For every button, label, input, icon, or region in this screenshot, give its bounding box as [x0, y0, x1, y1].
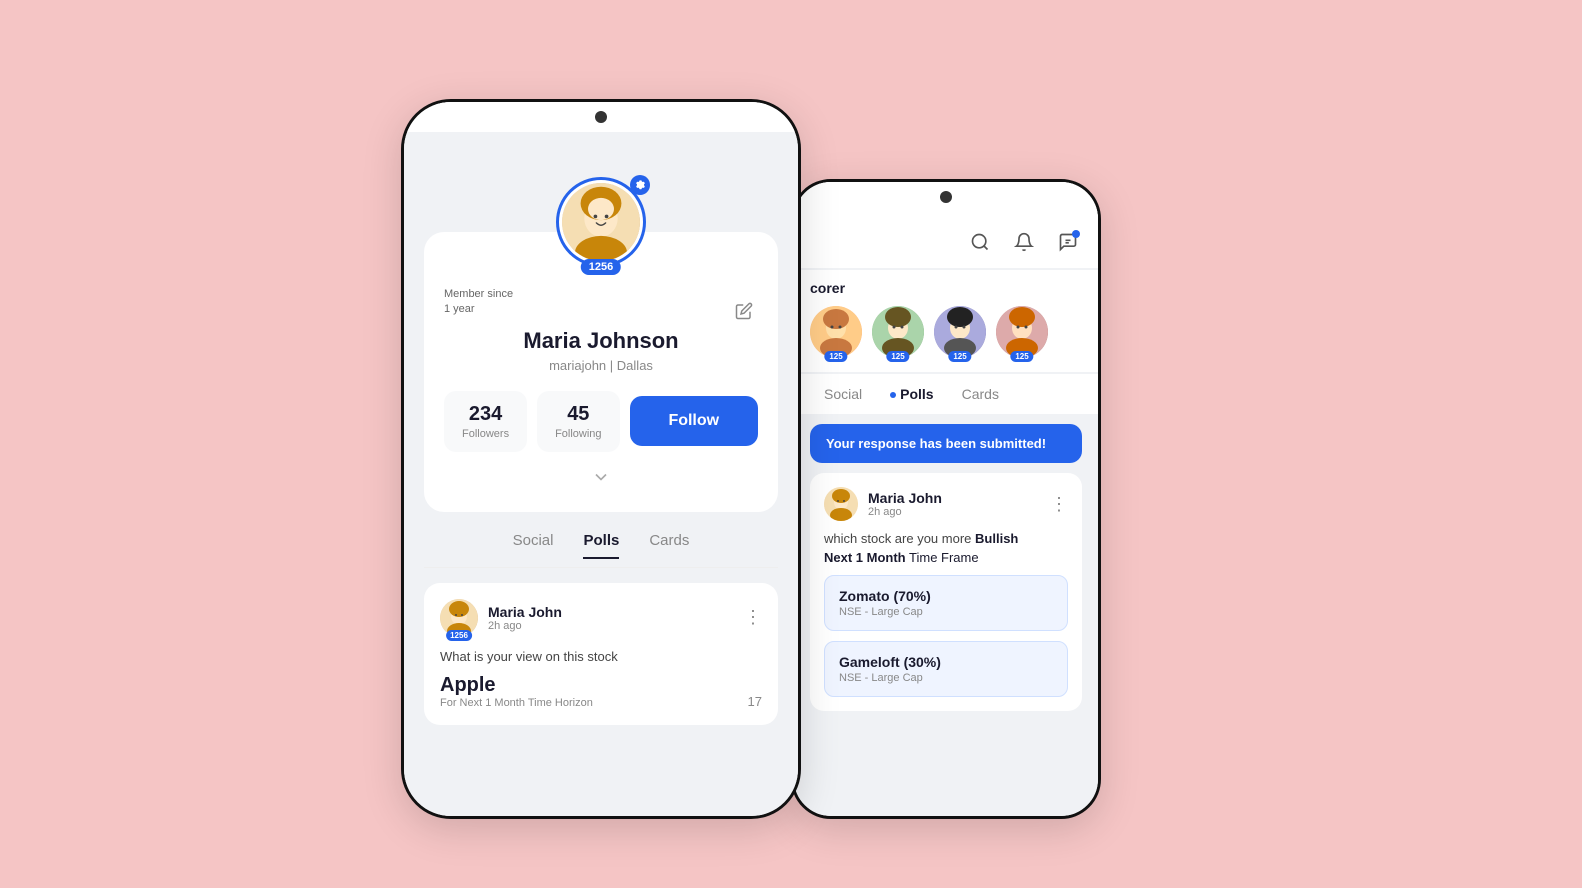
phone-right-content: corer: [794, 182, 1098, 816]
poll-option-1-label: Zomato (70%): [839, 588, 1053, 604]
scorer-badge-1: 125: [824, 351, 847, 362]
poll-option-2[interactable]: Gameloft (30%) NSE - Large Cap: [824, 641, 1068, 697]
scorer-avatar-1[interactable]: 125: [810, 306, 862, 358]
following-label: Following: [555, 428, 601, 440]
location-text: Dallas: [617, 358, 653, 373]
post-avatar-wrapper: 1256: [440, 599, 478, 637]
right-post-question: which stock are you more Bullish: [824, 531, 1068, 546]
right-tab-social[interactable]: Social: [810, 374, 876, 414]
right-post-header: Maria John 2h ago ⋮: [824, 487, 1068, 521]
following-count: 45: [555, 403, 601, 426]
scorer-section: corer: [794, 270, 1098, 372]
follow-button[interactable]: Follow: [630, 396, 758, 446]
vote-count: 17: [748, 694, 762, 709]
handle-text[interactable]: mariajohn: [549, 358, 606, 373]
question-prefix: which stock are you more: [824, 531, 971, 546]
tabs-left: Social Polls Cards: [424, 532, 778, 568]
right-post-avatar: [824, 487, 858, 521]
phone-camera: [595, 111, 607, 123]
following-stat[interactable]: 45 Following: [537, 391, 619, 452]
post-username: Maria John: [488, 604, 744, 620]
scorer-title-text: corer: [810, 280, 845, 296]
post-card: 1256 Maria John 2h ago ⋮ What is your vi…: [424, 583, 778, 725]
followers-count: 234: [462, 403, 509, 426]
poll-option-1[interactable]: Zomato (70%) NSE - Large Cap: [824, 575, 1068, 631]
bell-icon[interactable]: [1010, 228, 1038, 256]
timeframe-prefix: Next 1 Month: [824, 550, 906, 565]
scorer-badge-3: 125: [948, 351, 971, 362]
response-banner: Your response has been submitted!: [810, 424, 1082, 463]
tab-cards[interactable]: Cards: [649, 532, 689, 559]
right-header: [794, 212, 1098, 268]
tab-polls[interactable]: Polls: [583, 532, 619, 559]
chat-notification-dot: [1072, 230, 1080, 238]
post-user-info: Maria John 2h ago: [488, 604, 744, 632]
question-bold: Bullish: [975, 531, 1018, 546]
right-post-card: Maria John 2h ago ⋮ which stock are you …: [810, 473, 1082, 711]
followers-stat[interactable]: 234 Followers: [444, 391, 527, 452]
phone-left-content: 1256 Member since 1 year: [404, 102, 798, 816]
gear-icon[interactable]: [630, 175, 650, 195]
profile-handle: mariajohn | Dallas: [444, 358, 758, 373]
scorer-avatar-4[interactable]: 125: [996, 306, 1048, 358]
profile-card: 1256 Member since 1 year: [424, 232, 778, 512]
poll-option-1-sub: NSE - Large Cap: [839, 606, 1053, 618]
scorer-badge-2: 125: [886, 351, 909, 362]
right-phone-camera: [940, 191, 952, 203]
avatar-image: [562, 183, 640, 261]
phone-notch: [404, 102, 798, 132]
post-stock-name: Apple: [440, 674, 593, 697]
avatar-wrapper: 1256: [556, 177, 646, 267]
timeframe-suffix: Time Frame: [909, 550, 979, 565]
chat-icon[interactable]: [1054, 228, 1082, 256]
followers-label: Followers: [462, 428, 509, 440]
separator: |: [610, 358, 617, 373]
member-since-label: Member since: [444, 287, 758, 302]
post-header: 1256 Maria John 2h ago ⋮: [440, 599, 762, 637]
stats-row: 234 Followers 45 Following Follow: [444, 391, 758, 452]
post-avatar-badge: 1256: [446, 630, 472, 641]
right-more-options-icon[interactable]: ⋮: [1050, 494, 1068, 515]
right-post-time: 2h ago: [868, 506, 1050, 518]
timeframe-text: Next 1 Month Time Frame: [824, 550, 1068, 565]
more-options-icon[interactable]: ⋮: [744, 607, 762, 628]
scorer-title: corer: [810, 280, 1082, 296]
search-icon[interactable]: [966, 228, 994, 256]
scorer-avatars: 125 125: [810, 306, 1082, 358]
poll-option-2-sub: NSE - Large Cap: [839, 672, 1053, 684]
post-stock-sub: For Next 1 Month Time Horizon: [440, 697, 593, 709]
chevron-down-icon[interactable]: [444, 467, 758, 492]
tab-social[interactable]: Social: [513, 532, 554, 559]
active-tab-dot: [890, 392, 896, 398]
profile-name: Maria Johnson: [444, 328, 758, 354]
scorer-avatar-3[interactable]: 125: [934, 306, 986, 358]
post-bottom: Apple For Next 1 Month Time Horizon 17: [440, 670, 762, 709]
scorer-avatar-2[interactable]: 125: [872, 306, 924, 358]
right-post-avatar-wrapper: [824, 487, 858, 521]
scorer-badge-4: 125: [1010, 351, 1033, 362]
post-question: What is your view on this stock: [440, 649, 762, 664]
right-phone-notch: [794, 182, 1098, 212]
tabs-right: Social Polls Cards: [794, 374, 1098, 414]
right-tab-cards[interactable]: Cards: [948, 374, 1013, 414]
edit-icon[interactable]: [730, 297, 758, 325]
phone-left: 1256 Member since 1 year: [401, 99, 801, 819]
member-duration: 1 year: [444, 302, 758, 317]
score-badge: 1256: [581, 259, 621, 275]
right-post-user-info: Maria John 2h ago: [868, 490, 1050, 518]
phone-right: corer: [791, 179, 1101, 819]
post-time: 2h ago: [488, 620, 744, 632]
poll-option-2-label: Gameloft (30%): [839, 654, 1053, 670]
right-post-username: Maria John: [868, 490, 1050, 506]
right-tab-polls[interactable]: Polls: [876, 374, 947, 414]
